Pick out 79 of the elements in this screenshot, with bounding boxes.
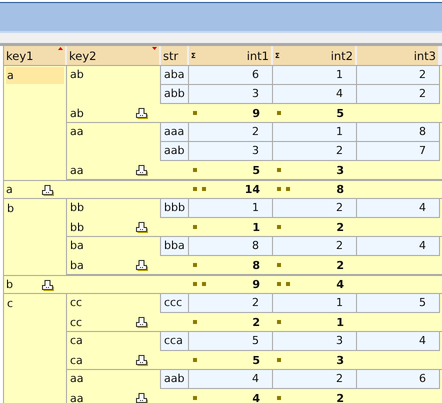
group-cell[interactable]: b <box>6 200 64 217</box>
table-cell: 4 <box>357 237 440 255</box>
subtotal-value: 1 <box>336 316 344 328</box>
table-cell: 2 <box>273 370 357 388</box>
table-cell: aaa <box>161 123 189 141</box>
table-cell: bba <box>161 237 189 255</box>
tray-icon[interactable] <box>135 164 148 176</box>
column-header[interactable]: str <box>161 46 189 65</box>
table-cell: 3 <box>189 142 273 160</box>
table-cell: cca <box>161 332 189 350</box>
table-cell: bbb <box>161 199 189 217</box>
table-cell: 2 <box>357 85 440 103</box>
table-cell: 4 <box>273 85 357 103</box>
tray-icon[interactable] <box>41 184 54 196</box>
subtotal-label: ba <box>70 258 84 272</box>
total-label: a <box>6 183 13 196</box>
subtotal-value: 3 <box>336 164 344 176</box>
table-cell: abb <box>161 85 189 103</box>
table-cell: 6 <box>357 370 440 388</box>
tray-icon[interactable] <box>135 221 148 233</box>
table-cell: 1 <box>273 294 357 312</box>
column-header[interactable]: key1 <box>4 46 67 65</box>
subtotal-label: aa <box>70 392 84 403</box>
table-cell: 1 <box>273 66 357 84</box>
table-cell: 5 <box>357 294 440 312</box>
tray-icon[interactable] <box>41 278 54 290</box>
subtotal-label: ca <box>70 354 83 366</box>
table-cell: 1 <box>189 199 273 217</box>
column-header[interactable]: key2 <box>67 46 161 65</box>
subtotal-value: 5 <box>336 106 344 120</box>
subtotal-value: 2 <box>336 258 344 272</box>
table-cell: 2 <box>189 294 273 312</box>
table-cell: 2 <box>273 199 357 217</box>
table-cell: 3 <box>189 85 273 103</box>
group-cell[interactable]: a <box>6 67 64 84</box>
total-value: 9 <box>252 278 260 291</box>
subtotal-value: 9 <box>252 106 260 120</box>
table-cell: 7 <box>357 142 440 160</box>
subtotal-value: 5 <box>252 164 260 176</box>
tray-icon[interactable] <box>135 107 148 119</box>
table-cell: 4 <box>189 370 273 388</box>
subtotal-value: 2 <box>336 392 344 403</box>
table-cell: 8 <box>357 123 440 141</box>
total-label: b <box>6 278 13 291</box>
subtotal-value: 8 <box>252 258 260 272</box>
subtotal-label: aa <box>70 164 84 176</box>
column-header[interactable]: int3 <box>357 46 440 65</box>
subtotal-value: 4 <box>252 392 260 403</box>
subtotal-label: cc <box>70 316 82 328</box>
table-cell: 1 <box>273 123 357 141</box>
table-cell: 2 <box>189 123 273 141</box>
table-cell: aab <box>161 370 189 388</box>
subtotal-label: bb <box>70 220 84 234</box>
table-cell: aba <box>161 66 189 84</box>
table-cell: 4 <box>357 332 440 350</box>
subtotal-value: 3 <box>336 354 344 366</box>
table-cell: 8 <box>189 237 273 255</box>
subtotal-value: 1 <box>252 220 260 234</box>
subtotal-value: 2 <box>336 220 344 234</box>
group-cell[interactable]: c <box>6 295 64 312</box>
table-cell: ccc <box>161 294 189 312</box>
table-cell: 3 <box>273 332 357 350</box>
table-cell: 5 <box>189 332 273 350</box>
table-cell: 2 <box>273 142 357 160</box>
table-cell: 2 <box>273 237 357 255</box>
table-cell: aab <box>161 142 189 160</box>
subtotal-value: 2 <box>252 316 260 328</box>
tray-icon[interactable] <box>135 259 148 271</box>
total-value: 4 <box>336 278 344 291</box>
subtotal-label: ab <box>70 106 84 120</box>
tray-icon[interactable] <box>135 392 148 403</box>
subtotal-value: 5 <box>252 354 260 366</box>
table-cell: 6 <box>189 66 273 84</box>
table-cell: 2 <box>357 66 440 84</box>
total-value: 8 <box>336 183 344 196</box>
tray-icon[interactable] <box>135 354 148 366</box>
total-value: 14 <box>244 183 260 196</box>
table-cell: 4 <box>357 199 440 217</box>
tray-icon[interactable] <box>135 316 148 328</box>
